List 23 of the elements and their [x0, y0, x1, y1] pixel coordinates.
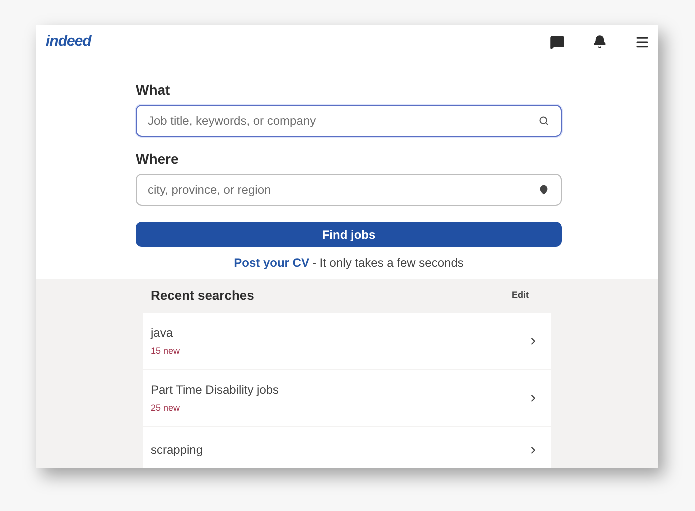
section-title: Recent searches — [151, 287, 254, 306]
recent-search-item[interactable]: scrapping — [143, 427, 551, 468]
post-cv-note: - It only takes a few seconds — [312, 255, 464, 272]
field-label: What — [136, 81, 172, 99]
input-field[interactable]: city, province, or region — [136, 174, 562, 206]
message-icon[interactable] — [550, 34, 565, 50]
post-cv-link[interactable]: Post your CV — [234, 254, 310, 272]
search-icon — [539, 116, 549, 126]
find-jobs-button[interactable]: Find jobs — [136, 222, 562, 247]
input-field[interactable]: Job title, keywords, or company — [136, 105, 562, 137]
menu-icon[interactable] — [635, 34, 650, 50]
field-label: Where — [136, 150, 180, 168]
recent-search-item[interactable]: java 15 new — [143, 313, 551, 369]
location-pin-icon — [539, 185, 549, 195]
search-title: Part Time Disability jobs — [151, 382, 280, 399]
notification-bell-icon[interactable] — [593, 35, 607, 49]
recent-search-item[interactable]: Part Time Disability jobs 25 new — [143, 370, 551, 426]
search-title: java — [151, 324, 174, 342]
search-title: scrapping — [151, 442, 204, 459]
new-count: 25 new — [151, 402, 182, 415]
new-count: 15 new — [151, 344, 182, 358]
edit-button[interactable]: Edit — [512, 289, 529, 303]
logo[interactable]: indeed — [46, 30, 92, 54]
